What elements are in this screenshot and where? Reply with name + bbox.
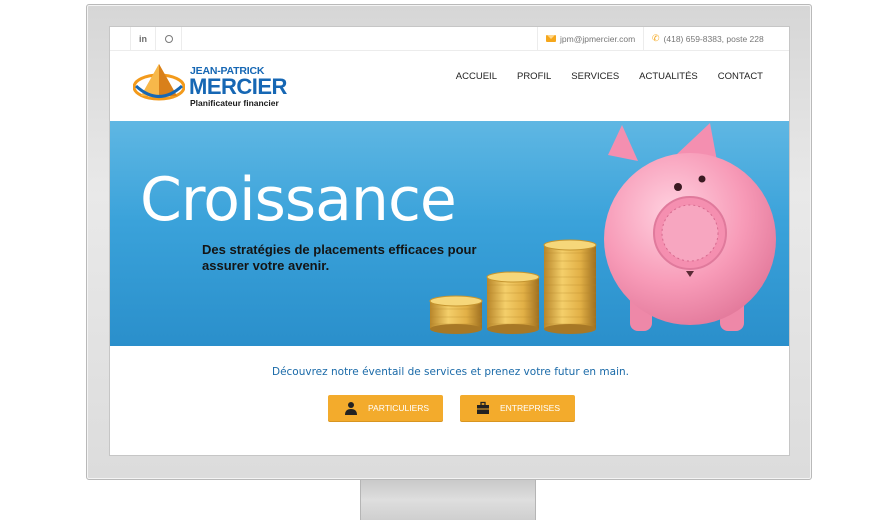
logo-pyramid-icon[interactable] <box>133 62 185 108</box>
hero-title: Croissance <box>140 165 457 235</box>
screen: in jpm@jpmercier.com ✆ (418) 659-8383, p… <box>109 26 790 456</box>
main-nav: ACCUEIL PROFIL SERVICES ACTUALITÉS CONTA… <box>456 71 763 82</box>
entreprises-label: ENTREPRISES <box>500 403 560 413</box>
envelope-icon <box>546 35 556 42</box>
coin-stack-large <box>543 239 597 334</box>
nav-actualites[interactable]: ACTUALITÉS <box>639 71 698 82</box>
nav-profil[interactable]: PROFIL <box>517 71 551 82</box>
briefcase-icon <box>477 401 489 414</box>
phone-text: (418) 659-8383, poste 228 <box>663 33 764 44</box>
site-header: JEAN-PATRICK MERCIER Planificateur finan… <box>110 51 789 121</box>
phone-icon: ✆ <box>652 33 660 43</box>
monitor-stand <box>360 480 536 520</box>
logo-tagline: Planificateur financier <box>190 98 279 108</box>
particuliers-button[interactable]: PARTICULIERS <box>328 395 443 421</box>
top-bar: in jpm@jpmercier.com ✆ (418) 659-8383, p… <box>110 27 789 51</box>
skype-glyph <box>164 34 173 43</box>
nav-accueil[interactable]: ACCUEIL <box>456 71 497 82</box>
email-text: jpm@jpmercier.com <box>560 33 636 44</box>
nav-services[interactable]: SERVICES <box>571 71 619 82</box>
hero-banner: Croissance Des stratégies de placements … <box>110 121 789 346</box>
hero-subtitle: Des stratégies de placements efficaces p… <box>202 242 477 273</box>
nav-contact[interactable]: CONTACT <box>718 71 763 82</box>
piggy-bank <box>604 123 776 331</box>
phone-link[interactable]: ✆ (418) 659-8383, poste 228 <box>643 27 772 50</box>
coin-stack-medium <box>486 271 540 334</box>
person-icon <box>345 402 357 415</box>
particuliers-label: PARTICULIERS <box>368 403 430 413</box>
entreprises-button[interactable]: ENTREPRISES <box>460 395 575 421</box>
linkedin-icon[interactable]: in <box>130 27 156 50</box>
skype-icon[interactable] <box>156 27 182 50</box>
logo-lastname: MERCIER <box>189 74 287 99</box>
services-tagline: Découvrez notre éventail de services et … <box>271 366 629 378</box>
email-link[interactable]: jpm@jpmercier.com <box>537 27 643 50</box>
linkedin-label: in <box>139 33 147 44</box>
coin-stack-small <box>429 295 483 334</box>
